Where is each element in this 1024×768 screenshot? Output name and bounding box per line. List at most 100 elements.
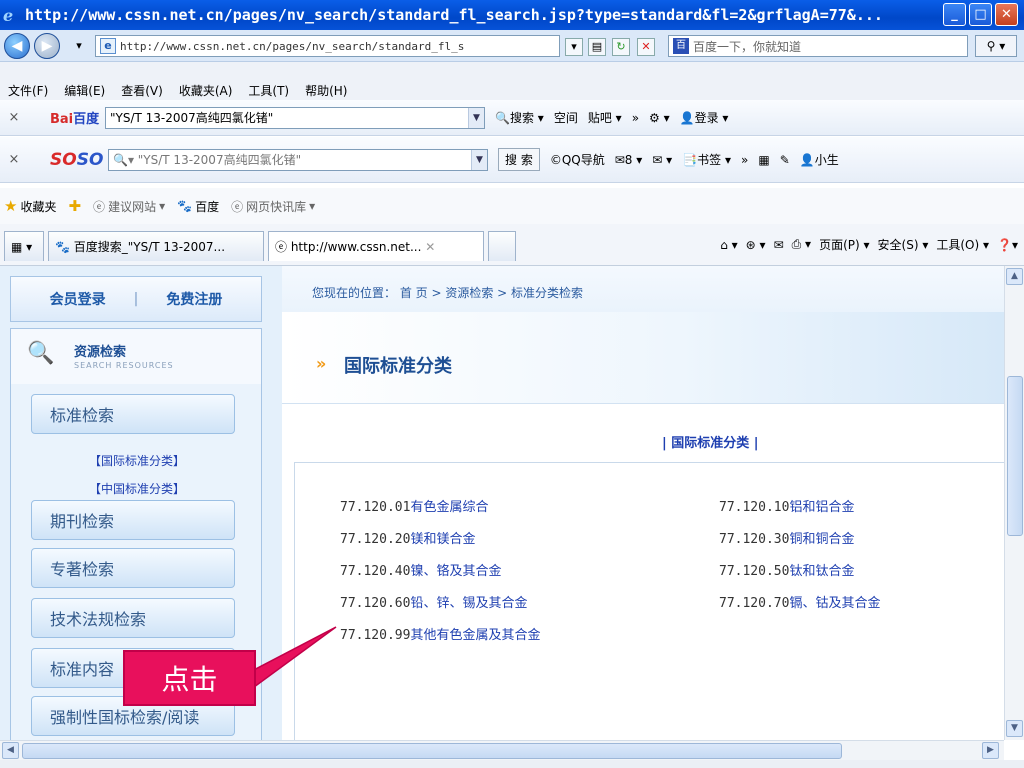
list-item[interactable]: 77.120.70镉、钴及其合金: [719, 592, 880, 611]
register-link[interactable]: 免费注册: [166, 289, 222, 309]
tab-close-icon[interactable]: ✕: [425, 240, 435, 254]
login-box: 会员登录 | 免费注册: [10, 276, 262, 322]
quick-tabs-button[interactable]: ▦ ▾: [4, 231, 44, 261]
qq-mail-button[interactable]: ✉8 ▾: [615, 153, 643, 167]
print-icon[interactable]: ⎙ ▾: [792, 237, 811, 252]
qq-nav-button[interactable]: ©QQ导航: [550, 151, 605, 168]
menu-favorites[interactable]: 收藏夹(A): [179, 82, 233, 99]
baidu-search-button[interactable]: 🔍搜索 ▾: [495, 109, 544, 126]
tab-row: ▦ ▾ 🐾 百度搜索_"YS/T 13-2007... ⓔ http://www…: [0, 224, 1024, 266]
baidu-tieba-button[interactable]: 贴吧 ▾: [588, 109, 622, 126]
feeds-icon[interactable]: ⊛ ▾: [746, 238, 766, 252]
list-item[interactable]: 77.120.40镍、铬及其合金: [340, 560, 501, 579]
browser-window: e http://www.cssn.net.cn/pages/nv_search…: [0, 0, 1024, 768]
maximize-button[interactable]: □: [969, 3, 992, 26]
page-menu[interactable]: 页面(P) ▾: [819, 236, 869, 253]
fav-baidu[interactable]: 🐾 百度: [177, 198, 219, 215]
url-text: http://www.cssn.net.cn/pages/nv_search/s…: [120, 39, 465, 53]
close-toolbar-icon[interactable]: ×: [0, 110, 28, 125]
hscroll-thumb[interactable]: [22, 743, 842, 759]
scroll-thumb[interactable]: [1007, 376, 1023, 536]
sidebar-item-standard-search[interactable]: 标准检索: [31, 394, 235, 434]
refresh-icon[interactable]: ↻: [612, 38, 630, 56]
more-chevron-icon[interactable]: »: [741, 153, 748, 167]
tab-cssn[interactable]: ⓔ http://www.cssn.net... ✕: [268, 231, 484, 261]
star-icon: ★: [4, 197, 18, 215]
go-arrow-icon[interactable]: ▾: [565, 38, 583, 56]
sidebar-sublink-cn-classification[interactable]: 【中国标准分类】: [89, 480, 185, 497]
url-field[interactable]: e http://www.cssn.net.cn/pages/nv_search…: [95, 35, 560, 57]
user-profile-button[interactable]: 👤小生: [800, 151, 839, 168]
new-tab-button[interactable]: [488, 231, 516, 261]
list-item[interactable]: 77.120.50钛和钛合金: [719, 560, 854, 579]
soso-query-field[interactable]: 🔍▾ "YS/T 13-2007高纯四氯化锗" ▼: [108, 148, 488, 171]
fav-suggested-sites[interactable]: ⓔ 建议网站 ▾: [93, 198, 165, 215]
scroll-up-icon[interactable]: ▲: [1006, 268, 1023, 285]
baidu-logo: Bai百度: [50, 112, 100, 127]
menu-bar: 文件(F) 编辑(E) 查看(V) 收藏夹(A) 工具(T) 帮助(H): [0, 80, 1024, 100]
grid-icon[interactable]: ▦: [758, 153, 769, 167]
sidebar-item-monograph-search[interactable]: 专著检索: [31, 548, 235, 588]
close-toolbar-icon[interactable]: ×: [0, 152, 28, 167]
mail-icon[interactable]: ✉ ▾: [652, 153, 672, 167]
close-button[interactable]: ✕: [995, 3, 1018, 26]
menu-edit[interactable]: 编辑(E): [64, 82, 105, 99]
forward-button[interactable]: ▶: [34, 33, 60, 59]
soso-toolbar: × SOSO 🔍▾ "YS/T 13-2007高纯四氯化锗" ▼ 搜 索 ©QQ…: [0, 137, 1024, 183]
favorites-button[interactable]: ★ 收藏夹: [4, 197, 56, 215]
compat-view-icon[interactable]: ▤: [588, 38, 606, 56]
list-item-target[interactable]: 77.120.99其他有色金属及其合金: [340, 624, 540, 643]
baidu-login-button[interactable]: 👤登录 ▾: [680, 109, 729, 126]
menu-view[interactable]: 查看(V): [121, 82, 163, 99]
history-dropdown-icon[interactable]: ▾: [70, 38, 88, 56]
bookmark-button[interactable]: 📑书签 ▾: [682, 151, 731, 168]
tab-baidu-search[interactable]: 🐾 百度搜索_"YS/T 13-2007...: [48, 231, 264, 261]
vertical-scrollbar[interactable]: ▲ ▼: [1004, 266, 1024, 740]
search-button[interactable]: ⚲ ▾: [975, 35, 1017, 57]
list-item[interactable]: 77.120.30铜和铜合金: [719, 528, 854, 547]
list-item[interactable]: 77.120.60铅、锌、锡及其合金: [340, 592, 527, 611]
sidebar-item-journal-search[interactable]: 期刊检索: [31, 500, 235, 540]
page-icon: e: [100, 38, 116, 54]
search-input[interactable]: 百 百度一下，你就知道: [668, 35, 968, 57]
help-icon[interactable]: ❓▾: [997, 238, 1018, 252]
more-chevron-icon[interactable]: »: [632, 111, 639, 125]
baidu-paw-icon: 百: [673, 38, 689, 54]
menu-help[interactable]: 帮助(H): [305, 82, 347, 99]
scroll-down-icon[interactable]: ▼: [1006, 720, 1023, 737]
classification-title: | 国际标准分类 |: [662, 436, 759, 451]
sidebar-item-regulation-search[interactable]: 技术法规检索: [31, 598, 235, 638]
list-item[interactable]: 77.120.01有色金属综合: [340, 496, 488, 515]
sidebar-sublink-intl-classification[interactable]: 【国际标准分类】: [89, 452, 185, 469]
horizontal-scrollbar[interactable]: ◀ ▶: [0, 740, 1004, 760]
tools-menu[interactable]: 工具(O) ▾: [936, 236, 989, 253]
status-bar: [0, 760, 1024, 768]
address-bar: ◀ ▶ ▾ e http://www.cssn.net.cn/pages/nv_…: [0, 30, 1024, 62]
chevron-down-icon[interactable]: ▼: [471, 149, 487, 170]
main-panel: 您现在的位置： 首 页 > 资源检索 > 标准分类检索 » 国际标准分类 | 国…: [282, 266, 1004, 740]
stop-icon[interactable]: ✕: [637, 38, 655, 56]
read-mail-icon[interactable]: ✉: [774, 238, 784, 252]
back-button[interactable]: ◀: [4, 33, 30, 59]
favorites-bar: ★ 收藏夹 ✚ ⓔ 建议网站 ▾ 🐾 百度 ⓔ 网页快讯库 ▾: [0, 188, 1024, 224]
scroll-left-icon[interactable]: ◀: [2, 742, 19, 759]
menu-file[interactable]: 文件(F): [8, 82, 48, 99]
list-item[interactable]: 77.120.20镁和镁合金: [340, 528, 475, 547]
chevron-down-icon[interactable]: ▼: [468, 107, 484, 128]
member-login-link[interactable]: 会员登录: [50, 289, 106, 309]
baidu-space-button[interactable]: 空间: [554, 109, 578, 126]
scroll-right-icon[interactable]: ▶: [982, 742, 999, 759]
add-favorite-icon[interactable]: ✚: [68, 197, 81, 215]
separator: |: [133, 291, 139, 307]
pencil-icon[interactable]: ✎: [780, 153, 790, 167]
minimize-button[interactable]: _: [943, 3, 966, 26]
list-item[interactable]: 77.120.10铝和铝合金: [719, 496, 854, 515]
chevron-right-icon: »: [316, 354, 327, 373]
fav-web-slice[interactable]: ⓔ 网页快讯库 ▾: [231, 198, 315, 215]
menu-tools[interactable]: 工具(T): [248, 82, 289, 99]
safety-menu[interactable]: 安全(S) ▾: [878, 236, 929, 253]
soso-search-button[interactable]: 搜 索: [498, 148, 540, 171]
gear-icon[interactable]: ⚙ ▾: [649, 111, 670, 125]
baidu-query-field[interactable]: "YS/T 13-2007高纯四氯化锗" ▼: [105, 106, 485, 129]
home-icon[interactable]: ⌂ ▾: [720, 238, 737, 252]
